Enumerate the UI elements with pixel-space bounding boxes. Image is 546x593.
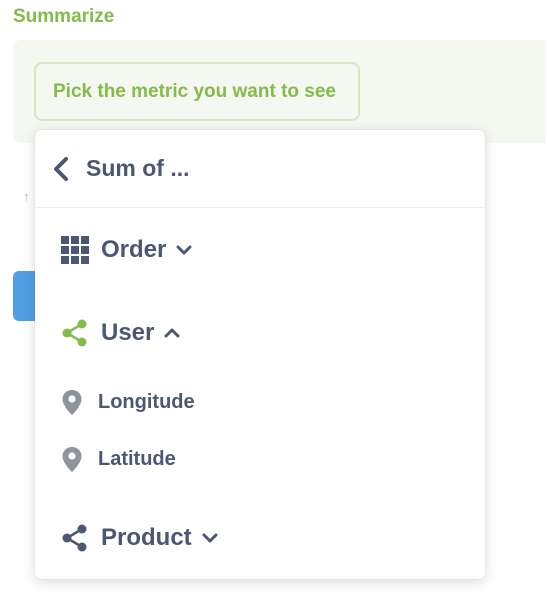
- chevron-left-icon[interactable]: [52, 156, 70, 182]
- group-product[interactable]: Product: [35, 518, 485, 558]
- popover-title: Sum of ...: [86, 155, 190, 181]
- group-order-label: Order: [101, 236, 167, 263]
- group-product-label: Product: [101, 524, 192, 551]
- group-user-label: User: [101, 319, 155, 346]
- notebook-stage: Summarize Pick the metric you want to se…: [0, 0, 546, 593]
- group-user[interactable]: User: [35, 313, 485, 353]
- chevron-down-icon: [202, 532, 218, 544]
- field-longitude[interactable]: Longitude: [35, 383, 485, 421]
- group-order[interactable]: Order: [35, 230, 485, 270]
- connections-icon: [61, 319, 89, 347]
- metric-popover: Sum of ... Order User Longitude Latitude…: [35, 130, 485, 579]
- chevron-down-icon: [176, 244, 192, 256]
- sort-arrow-icon: ↑: [23, 189, 30, 204]
- table-grid-icon: [61, 236, 89, 264]
- location-pin-icon: [61, 446, 83, 473]
- field-latitude[interactable]: Latitude: [35, 440, 485, 478]
- pick-metric-button[interactable]: Pick the metric you want to see: [34, 62, 360, 121]
- location-pin-icon: [61, 389, 83, 416]
- field-longitude-label: Longitude: [98, 390, 195, 413]
- section-title: Summarize: [13, 6, 115, 27]
- popover-back-header[interactable]: Sum of ...: [35, 130, 485, 208]
- chevron-up-icon: [164, 327, 180, 339]
- field-latitude-label: Latitude: [98, 447, 176, 470]
- connections-icon: [61, 524, 89, 552]
